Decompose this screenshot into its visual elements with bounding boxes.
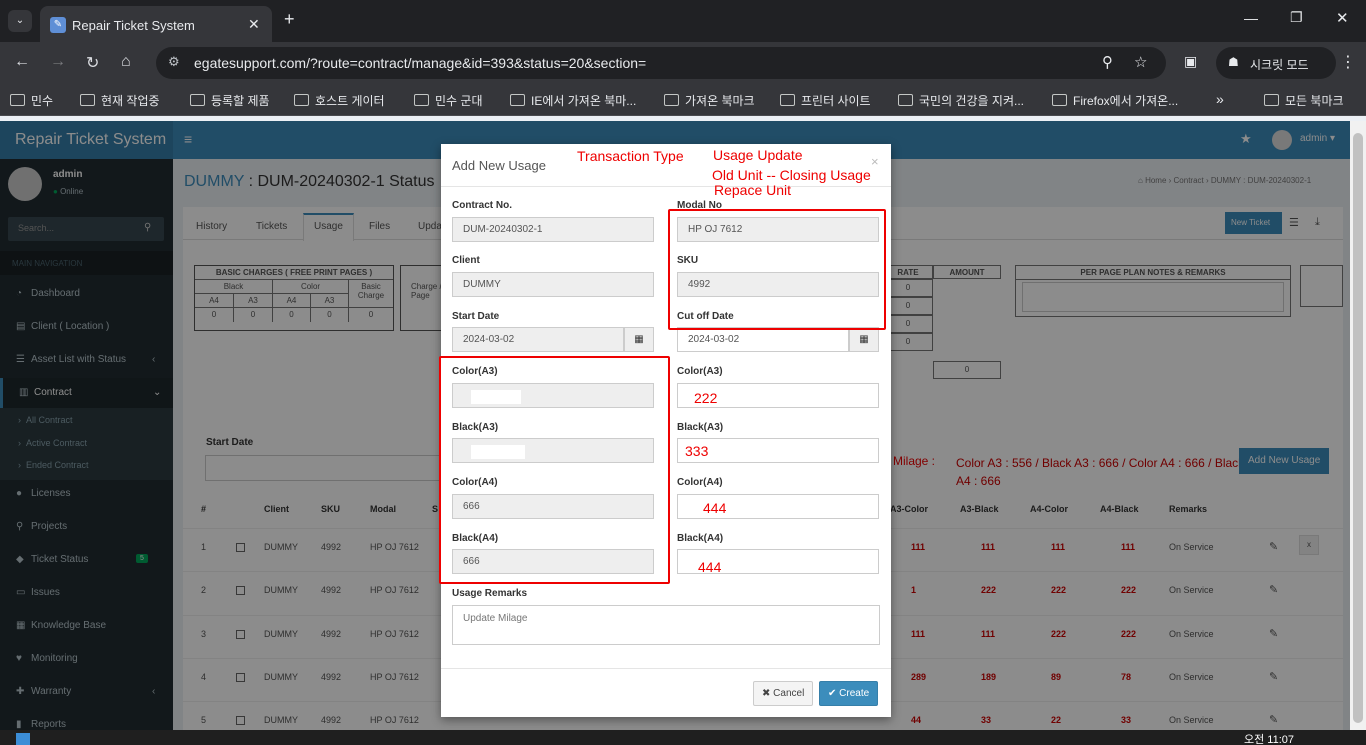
back-icon[interactable]: ←	[14, 53, 30, 71]
forward-icon[interactable]: →	[50, 53, 66, 71]
create-button[interactable]: ✔ Create	[819, 681, 879, 706]
more-bookmarks-icon[interactable]: »	[1216, 91, 1224, 107]
bookmark-item[interactable]: 민수 군대	[414, 92, 483, 109]
start-date-field[interactable]: 2024-03-02	[452, 327, 624, 352]
incognito-badge[interactable]: ☗ 시크릿 모드	[1216, 47, 1336, 79]
tab-search-icon[interactable]: ⌄	[8, 10, 32, 32]
window-close-icon[interactable]: ✕	[1336, 9, 1349, 27]
incognito-label: 시크릿 모드	[1250, 58, 1309, 72]
modal-footer-divider	[441, 668, 891, 669]
bookmark-item[interactable]: IE에서 가져온 북마...	[510, 92, 636, 109]
annotation-box-old-unit	[439, 356, 670, 584]
calendar-icon[interactable]: ▦	[849, 327, 879, 352]
zoom-search-icon[interactable]: ⚲	[1102, 53, 1113, 71]
browser-toolbar: ← → ↻ ⌂ ⚙ egatesupport.com/?route=contra…	[0, 42, 1366, 84]
bookmark-item[interactable]: 가져온 북마크	[664, 92, 755, 109]
side-panel-icon[interactable]: ▣	[1184, 53, 1197, 70]
minimize-icon[interactable]: —	[1244, 10, 1258, 26]
annotation-box-unit-info	[668, 209, 886, 330]
bookmark-item[interactable]: 프린터 사이트	[780, 92, 871, 109]
browser-tab-bar: ⌄ ✎ Repair Ticket System ✕ + — ❐ ✕	[0, 0, 1366, 42]
scrollbar-thumb[interactable]	[1353, 133, 1363, 723]
client-field[interactable]: DUMMY	[452, 272, 654, 297]
page-scrollbar[interactable]	[1350, 121, 1366, 730]
windows-start-icon[interactable]	[16, 733, 30, 745]
reload-icon[interactable]: ↻	[86, 53, 99, 73]
bookmark-star-icon[interactable]: ☆	[1134, 53, 1147, 71]
os-taskbar: 오전 11:07	[0, 730, 1366, 745]
bookmarks-bar: 민수 현재 작업중 등록할 제품 호스트 게이터 민수 군대 IE에서 가져온 …	[0, 84, 1366, 116]
check-icon: ✔	[828, 688, 837, 699]
contract-no-label: Contract No.	[452, 200, 512, 211]
bookmark-item[interactable]: 등록할 제품	[190, 92, 270, 109]
bookmark-item[interactable]: Firefox에서 가져온...	[1052, 92, 1178, 109]
address-bar[interactable]: ⚙ egatesupport.com/?route=contract/manag…	[156, 47, 1166, 79]
contract-no-field[interactable]: DUM-20240302-1	[452, 217, 654, 242]
bookmark-item[interactable]: 현재 작업중	[80, 92, 160, 109]
usage-remarks-label: Usage Remarks	[452, 588, 528, 599]
bookmark-item[interactable]: 모든 북마크	[1264, 92, 1344, 109]
new-black-a4-label: Black(A4)	[677, 533, 724, 544]
clock: 오전 11:07	[1244, 734, 1295, 745]
restore-icon[interactable]: ❐	[1290, 9, 1303, 26]
incognito-icon: ☗	[1228, 55, 1239, 69]
browser-tab[interactable]: ✎ Repair Ticket System ✕	[40, 6, 272, 42]
cutoff-date-field[interactable]: 2024-03-02	[677, 327, 849, 352]
new-black-a3-label: Black(A3)	[677, 422, 724, 433]
close-tab-icon[interactable]: ✕	[248, 16, 260, 33]
close-icon: ✖	[762, 688, 771, 699]
site-info-icon[interactable]: ⚙	[168, 54, 180, 70]
new-color-a3-label: Color(A3)	[677, 366, 723, 377]
bookmark-item[interactable]: 호스트 게이터	[294, 92, 385, 109]
home-icon[interactable]: ⌂	[121, 53, 131, 71]
client-label: Client	[452, 255, 480, 266]
new-black-a3-value: 333	[685, 443, 709, 459]
usage-remarks-textarea[interactable]: Update Milage	[452, 605, 880, 645]
annotation-repace-unit: Repace Unit	[714, 182, 792, 198]
cancel-button[interactable]: ✖ Cancel	[753, 681, 814, 706]
tab-title: Repair Ticket System	[72, 18, 195, 33]
menu-kebab-icon[interactable]: ⋮	[1340, 52, 1356, 72]
new-color-a3-value: 222	[694, 390, 718, 406]
close-icon[interactable]: ×	[871, 154, 879, 169]
modal-title: Add New Usage	[452, 158, 546, 173]
url-text: egatesupport.com/?route=contract/manage&…	[194, 55, 647, 71]
bookmark-item[interactable]: 민수	[10, 92, 53, 109]
annotation-usage-update: Usage Update	[713, 147, 803, 163]
calendar-icon[interactable]: ▦	[624, 327, 654, 352]
bookmark-item[interactable]: 국민의 건강을 지켜...	[898, 92, 1024, 109]
new-tab-icon[interactable]: +	[284, 9, 295, 30]
annotation-old-unit: Old Unit -- Closing Usage	[712, 167, 871, 183]
new-color-a4-value: 444	[703, 500, 727, 516]
modal-divider	[441, 186, 891, 187]
wrench-icon: ✎	[50, 17, 66, 33]
new-black-a4-value: 444	[698, 559, 722, 575]
annotation-transaction-type: Transaction Type	[577, 148, 684, 164]
new-color-a4-label: Color(A4)	[677, 477, 723, 488]
start-date-label: Start Date	[452, 311, 500, 322]
